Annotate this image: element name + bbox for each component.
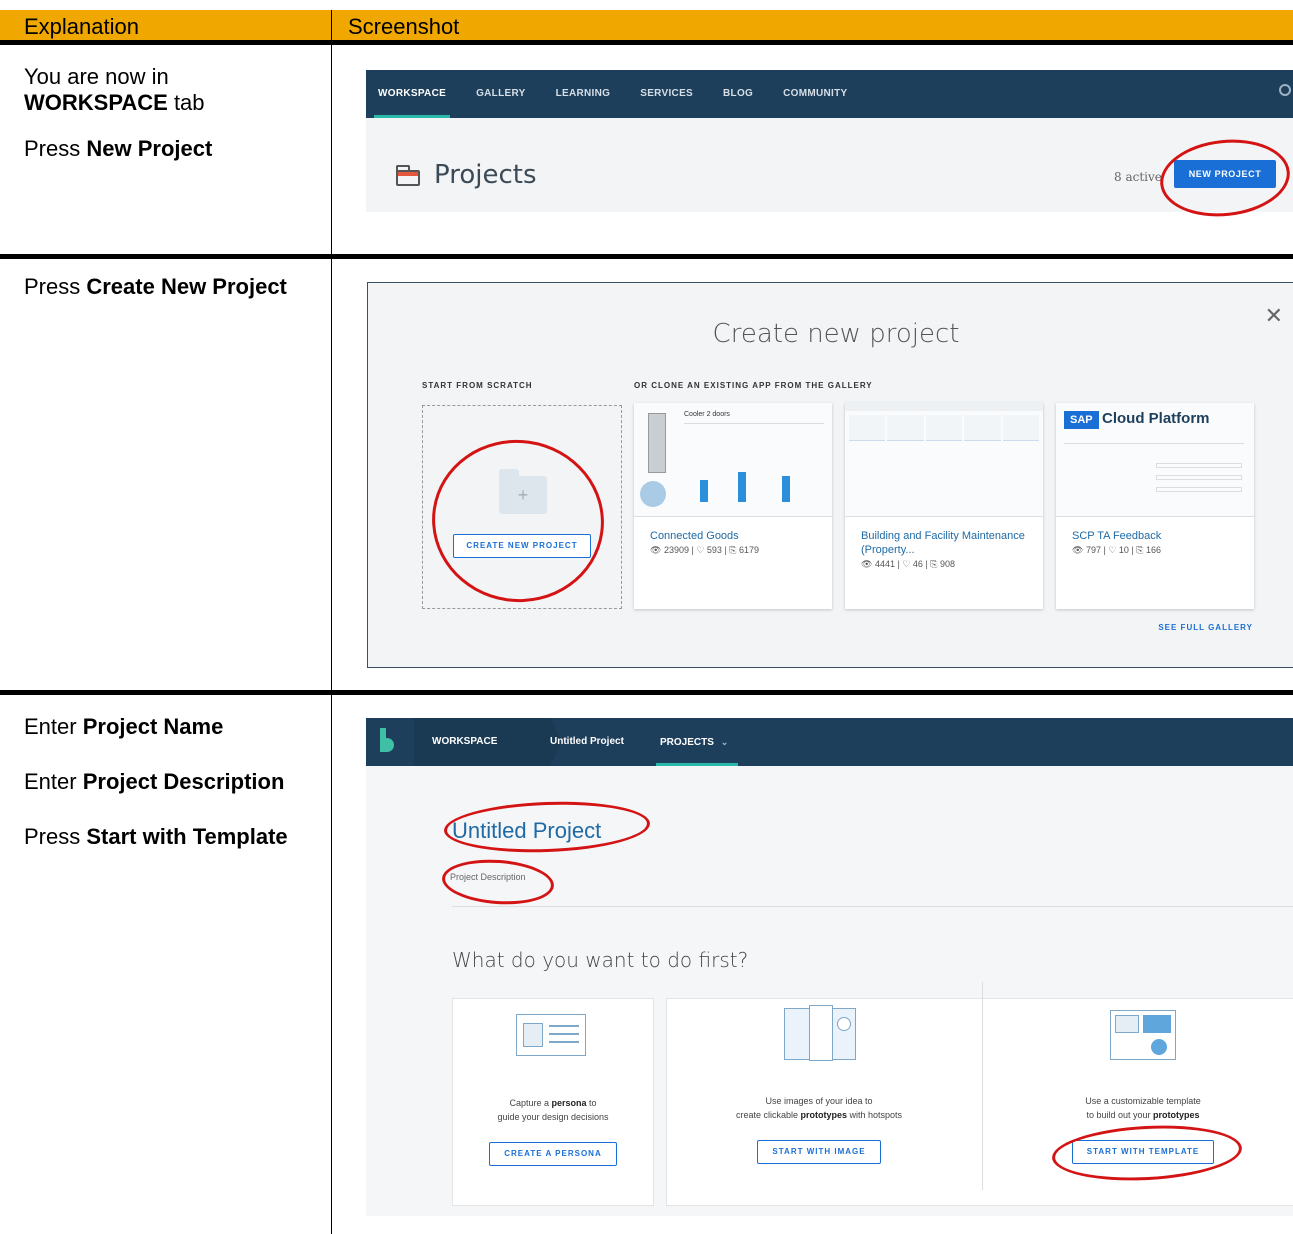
thumb-bar [700,480,708,502]
template-option: Use a customizable template to build out … [996,1094,1290,1164]
nav-blog[interactable]: BLOG [723,70,753,118]
gallery-card-connected-goods[interactable]: Cooler 2 doors Connected Goods 👁 23909 |… [634,403,832,609]
search-icon[interactable] [1279,84,1291,96]
row2-explanation: Press Create New Project [24,274,287,299]
thumb-bar [782,476,790,502]
card-stats: 👁 23909 | ♡ 593 | ⎘ 6179 [650,545,760,555]
card-thumbnail [845,403,1043,517]
eye-icon: 👁 [1072,545,1084,555]
header-explanation: Explanation [0,10,332,40]
nav-gallery[interactable]: GALLERY [476,70,526,118]
divider [452,906,1293,907]
start-with-image-button[interactable]: START WITH IMAGE [757,1140,881,1164]
create-new-project-button[interactable]: CREATE NEW PROJECT [453,534,591,558]
dialog-title: Create new project [712,319,960,349]
scratch-label: START FROM SCRATCH [422,381,533,390]
template-icon [1110,1010,1176,1060]
top-nav: WORKSPACE GALLERY LEARNING SERVICES BLOG… [366,70,1293,118]
persona-option: Capture a persona to guide your design de… [452,1096,654,1166]
persona-text: Capture a persona to guide your design de… [497,1098,609,1122]
card-title[interactable]: Building and Facility Maintenance (Prope… [845,517,1043,557]
heart-icon: ♡ [902,559,911,569]
folder-plus-icon: + [499,469,547,514]
chevron-down-icon: ⌄ [720,737,729,747]
nav-services[interactable]: SERVICES [640,70,693,118]
card-stats: 👁 797 | ♡ 10 | ⎘ 166 [1072,545,1162,555]
project-name-field[interactable]: Untitled Project [452,818,601,844]
nav-project-name[interactable]: Untitled Project [550,718,624,766]
see-full-gallery-link[interactable]: SEE FULL GALLERY [1158,623,1253,632]
persona-card-icon [516,1014,586,1056]
panel-separator [982,982,983,1190]
scratch-panel: + CREATE NEW PROJECT [422,405,622,609]
nav-workspace[interactable]: WORKSPACE [414,718,562,766]
eye-icon: 👁 [650,545,662,555]
active-count: 8 active [1114,170,1162,184]
new-project-button[interactable]: NEW PROJECT [1174,160,1276,188]
project-description-field[interactable]: Project Description [450,872,526,882]
card-thumbnail: SAP Cloud Platform [1056,403,1254,517]
nav-projects[interactable]: PROJECTS ⌄ [655,718,739,766]
cooler-image [648,413,666,473]
app-logo-icon[interactable] [380,728,394,754]
card-thumbnail: Cooler 2 doors [634,403,832,517]
table-header: Explanation Screenshot [0,10,1293,40]
brand-text: Cloud Platform [1102,410,1210,427]
start-with-template-button[interactable]: START WITH TEMPLATE [1071,1140,1215,1164]
row-rule-2 [0,690,1293,695]
heart-icon: ♡ [696,545,705,555]
clone-label: OR CLONE AN EXISTING APP FROM THE GALLER… [634,381,873,390]
nav-workspace[interactable]: WORKSPACE [373,70,451,118]
clone-icon: ⎘ [1136,545,1144,555]
section-question: What do you want to do first? [452,948,749,972]
image-option: Use images of your idea to create clickab… [666,1094,972,1164]
template-text: Use a customizable template to build out … [1085,1096,1201,1120]
image-prototype-icon [784,1005,856,1061]
row3-explanation: Enter Project Name Enter Project Descrip… [24,714,288,849]
create-persona-button[interactable]: CREATE A PERSONA [489,1142,617,1166]
nav-community[interactable]: COMMUNITY [783,70,847,118]
eye-icon: 👁 [861,559,873,569]
project-nav: WORKSPACE Untitled Project PROJECTS ⌄ [366,718,1293,766]
nav-learning[interactable]: LEARNING [556,70,611,118]
header-rule [0,40,1293,45]
page-title: Projects [434,160,537,190]
thumb-bar [738,472,746,502]
row1-explanation: You are now in WORKSPACE tab Press New P… [24,64,213,161]
heart-icon: ♡ [1108,545,1117,555]
screenshot-new-project: WORKSPACE Untitled Project PROJECTS ⌄ Un… [366,718,1293,1216]
column-divider [331,45,332,1234]
folder-icon [396,165,420,186]
header-screenshot: Screenshot [348,14,460,39]
screenshot-workspace: WORKSPACE GALLERY LEARNING SERVICES BLOG… [366,70,1293,212]
sap-logo: SAP [1064,411,1099,429]
row-rule-1 [0,254,1293,259]
card-title[interactable]: SCP TA Feedback [1056,517,1254,543]
screenshot-create-dialog: ✕ Create new project START FROM SCRATCH … [367,282,1293,668]
gallery-card-scp-feedback[interactable]: SAP Cloud Platform SCP TA Feedback 👁 797… [1056,403,1254,609]
gallery-card-building-maintenance[interactable]: Building and Facility Maintenance (Prope… [845,403,1043,609]
clone-icon: ⎘ [930,559,938,569]
map-image [640,481,666,507]
clone-icon: ⎘ [729,545,737,555]
card-stats: 👁 4441 | ♡ 46 | ⎘ 908 [861,559,956,569]
thumb-heading: Cooler 2 doors [684,411,730,418]
card-title[interactable]: Connected Goods [634,517,832,543]
image-text: Use images of your idea to create clickab… [735,1096,903,1120]
